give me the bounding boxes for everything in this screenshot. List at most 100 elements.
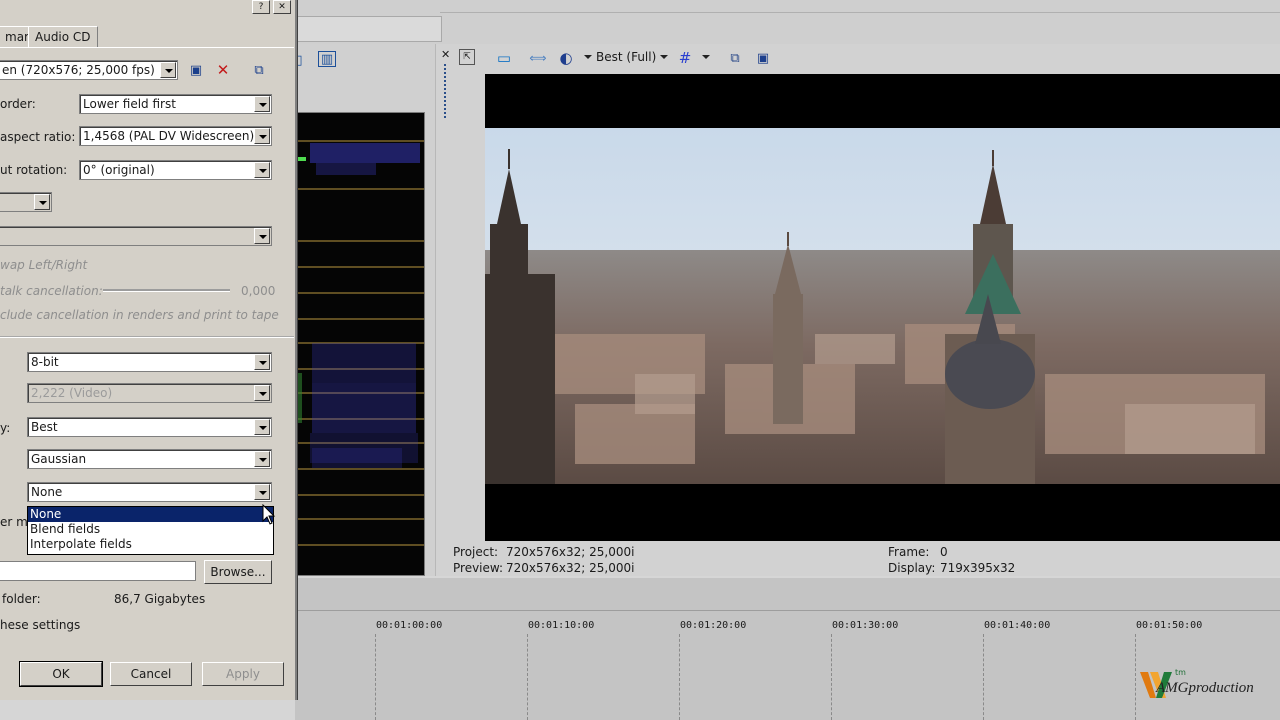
dialog-titlebar [0,0,295,14]
quality-label: y: [0,421,11,435]
copy-snapshot-icon[interactable]: ⧉ [726,49,744,67]
render-quality-select[interactable]: Best [27,417,272,437]
free-space-value: 86,7 Gigabytes [114,592,206,606]
timeline-tick: 00:01:10:00 [528,620,595,631]
divider [440,12,1280,13]
folder-path-input[interactable] [0,561,196,581]
rotation-value: 0° (original) [83,163,155,177]
template-value: en (720x576; 25,000 fps) [2,63,155,77]
rotation-label: ut rotation: [0,163,68,177]
template-select[interactable]: en (720x576; 25,000 fps) [0,60,178,80]
timeline-gridline [527,634,528,720]
deinterlace-label: er m [0,515,28,529]
editor-toolbar-area [295,0,1280,45]
apply-button[interactable]: Apply [202,662,284,686]
browse-button[interactable]: Browse... [204,560,272,584]
preview-properties-icon[interactable]: ⇱ [459,49,475,65]
timeline-ruler-line [295,610,1280,611]
histogram-icon[interactable]: ▥ [318,51,336,67]
chevron-down-icon[interactable] [254,419,270,435]
preview-toolbar: ⇱ ▭ ⟺ ◐ Best (Full) # ⧉ ▣ [440,46,1280,72]
swap-left-right-label: wap Left/Right [0,258,88,272]
deinterlace-value: None [31,485,63,499]
video-scene-image [485,74,1280,541]
crosstalk-value: 0,000 [241,284,276,298]
quality-dropdown-icon[interactable] [660,55,668,59]
timeline-gridline [679,634,680,720]
chevron-down-icon[interactable] [254,385,270,401]
stereo-format-select[interactable] [0,226,272,246]
display-label: Display: [888,561,936,575]
gamma-value: 2,222 (Video) [31,386,113,400]
motion-blur-value: Gaussian [31,452,87,466]
chevron-down-icon[interactable] [34,194,50,210]
ok-button[interactable]: OK [19,661,103,687]
track-header-strip [295,16,442,42]
dropdown-option-interpolate-fields[interactable]: Interpolate fields [28,537,273,552]
logo-tm: tm [1175,668,1186,677]
crosstalk-slider[interactable] [103,289,230,292]
rotation-select[interactable]: 0° (original) [79,160,272,180]
project-value: 720x576x32; 25,000i [506,545,635,559]
frame-value: 0 [940,545,948,559]
delete-template-icon[interactable]: ✕ [214,61,232,79]
chevron-down-icon[interactable] [254,162,270,178]
cancel-button[interactable]: Cancel [110,662,192,686]
pixel-format-value: 8-bit [31,355,59,369]
timeline-gridline [375,634,376,720]
save-settings-label: hese settings [0,618,81,632]
project-label: Project: [453,545,499,559]
timeline-tick: 00:01:00:00 [376,620,443,631]
external-monitor-icon[interactable]: ▭ [495,49,513,67]
chevron-down-icon[interactable] [254,228,270,244]
dropdown-option-none[interactable]: None [28,507,273,522]
overlays-icon[interactable]: ◐ [557,49,575,67]
split-screen-icon[interactable]: ⟺ [529,49,547,67]
pixel-aspect-select[interactable]: 1,4568 (PAL DV Widescreen) [79,126,272,146]
pixel-aspect-value: 1,4568 (PAL DV Widescreen) [83,129,255,143]
panel-grip[interactable] [444,64,448,118]
motion-blur-select[interactable]: Gaussian [27,449,272,469]
preview-label: Preview: [453,561,504,575]
chevron-down-icon[interactable] [254,96,270,112]
timeline[interactable] [295,578,1280,720]
overlays-dropdown-icon[interactable] [584,55,592,59]
scope-green-marker [298,157,306,161]
dropdown-option-blend-fields[interactable]: Blend fields [28,522,273,537]
chevron-down-icon[interactable] [254,354,270,370]
deinterlace-dropdown-list: None Blend fields Interpolate fields [27,506,274,555]
chevron-down-icon[interactable] [254,128,270,144]
help-button[interactable]: ? [252,0,270,14]
chevron-down-icon[interactable] [160,62,176,78]
chevron-down-icon[interactable] [254,451,270,467]
project-properties-dialog: ? ✕ mary Audio CD en (720x576; 25,000 fp… [0,0,297,700]
gamma-select[interactable]: 2,222 (Video) [27,383,272,403]
tab-audio-cd[interactable]: Audio CD [28,26,98,48]
folder-label: folder: [2,592,41,606]
section-divider [0,336,294,338]
field-order-select[interactable]: Lower field first [79,94,272,114]
field-order-label: order: [0,97,36,111]
match-media-icon[interactable]: ⧉ [250,61,268,79]
crosstalk-label: talk cancellation: [0,284,103,298]
preview-value: 720x576x32; 25,000i [506,561,635,575]
display-value: 719x395x32 [940,561,1016,575]
render-quality-value: Best [31,420,58,434]
timeline-gridline [831,634,832,720]
dialog-close-button[interactable]: ✕ [273,0,291,14]
stereo-mode-select[interactable] [0,192,52,212]
vectorscope-display [297,112,425,576]
deinterlace-select[interactable]: None [27,482,272,502]
timeline-tick: 00:01:40:00 [984,620,1051,631]
save-template-icon[interactable]: ▣ [187,61,205,79]
mouse-cursor-icon [262,504,276,525]
pixel-format-select[interactable]: 8-bit [27,352,272,372]
chevron-down-icon[interactable] [254,484,270,500]
preview-quality-select[interactable]: Best (Full) [596,50,656,64]
timeline-tick: 00:01:50:00 [1136,620,1203,631]
grid-dropdown-icon[interactable] [702,55,710,59]
grid-icon[interactable]: # [676,49,694,67]
save-snapshot-icon[interactable]: ▣ [754,49,772,67]
frame-label: Frame: [888,545,930,559]
amg-logo: tm AMGproduction [1138,668,1270,708]
